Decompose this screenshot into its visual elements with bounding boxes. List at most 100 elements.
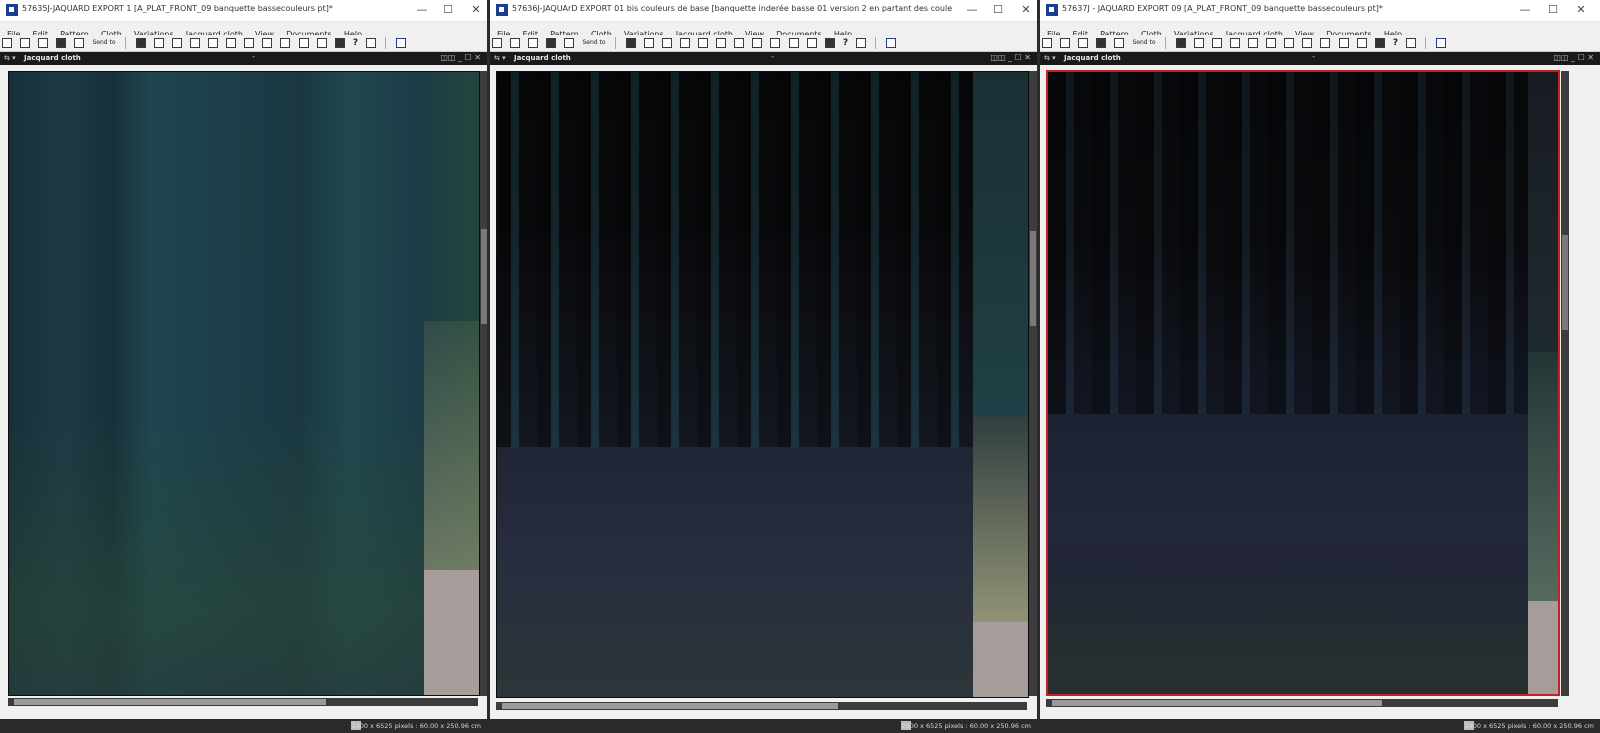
- settings-icon[interactable]: [528, 38, 539, 48]
- minimize-button[interactable]: —: [965, 3, 979, 17]
- printer-icon[interactable]: [625, 38, 636, 48]
- save-icon[interactable]: [546, 38, 557, 48]
- send-to-button[interactable]: Send to: [92, 38, 115, 48]
- paste-icon[interactable]: [1248, 38, 1259, 48]
- vertical-scrollbar[interactable]: [1561, 71, 1569, 696]
- title-bar[interactable]: 57636J-JAQUArD EXPORT 01 bis couleurs de…: [490, 0, 1037, 22]
- panel-collapse-icon[interactable]: -: [1312, 52, 1315, 62]
- cut-icon[interactable]: [1211, 38, 1222, 48]
- camera-icon[interactable]: [824, 38, 835, 48]
- document-icon[interactable]: [366, 38, 377, 48]
- copy-icon[interactable]: [1229, 38, 1240, 48]
- maximize-button[interactable]: ☐: [1546, 3, 1560, 17]
- print-icon[interactable]: [74, 38, 85, 48]
- transform-icon[interactable]: [316, 38, 327, 48]
- panel-controls-icon[interactable]: ◫◫ _ ☐ ✕: [990, 53, 1031, 62]
- grid-icon[interactable]: [298, 38, 309, 48]
- undo-icon[interactable]: [226, 38, 237, 48]
- redo-icon[interactable]: [244, 38, 255, 48]
- paste-icon[interactable]: [698, 38, 709, 48]
- close-button[interactable]: ✕: [1574, 3, 1588, 17]
- send-to-button[interactable]: Send to: [582, 38, 605, 48]
- settings-icon[interactable]: [38, 38, 49, 48]
- print-preview-icon[interactable]: [153, 38, 164, 48]
- printer-icon[interactable]: [135, 38, 146, 48]
- loop-icon[interactable]: [752, 38, 763, 48]
- image-size-label: 2400 x 6525 pixels : 60.00 x 250.96 cm: [351, 722, 481, 730]
- panel-menu-icon[interactable]: ⇆ ▾: [4, 54, 16, 62]
- vertical-scroll-thumb[interactable]: [1562, 235, 1568, 330]
- light-strip: [1528, 600, 1558, 694]
- minimize-button[interactable]: —: [415, 3, 429, 17]
- cut-icon[interactable]: [661, 38, 672, 48]
- horizontal-scrollbar[interactable]: [496, 702, 1027, 710]
- panel-icon[interactable]: [396, 38, 407, 48]
- print-icon[interactable]: [564, 38, 575, 48]
- scissors-icon[interactable]: [770, 38, 781, 48]
- scissors-icon[interactable]: [280, 38, 291, 48]
- jacquard-canvas[interactable]: [496, 71, 1029, 698]
- panel-collapse-icon[interactable]: -: [771, 52, 774, 62]
- horizontal-scroll-thumb[interactable]: [14, 699, 326, 705]
- loop-icon[interactable]: [1302, 38, 1313, 48]
- title-bar[interactable]: 57635J-JAQUARD EXPORT 1 [A_PLAT_FRONT_09…: [0, 0, 487, 22]
- minimize-button[interactable]: —: [1518, 3, 1532, 17]
- new-file-icon[interactable]: [2, 38, 12, 48]
- save-icon[interactable]: [1096, 38, 1107, 48]
- open-folder-icon[interactable]: [20, 38, 31, 48]
- copy-icon[interactable]: [679, 38, 690, 48]
- copy-icon[interactable]: [189, 38, 200, 48]
- paste-icon[interactable]: [208, 38, 219, 48]
- cut-icon[interactable]: [171, 38, 182, 48]
- vertical-scrollbar[interactable]: [480, 71, 487, 696]
- undo-icon[interactable]: [716, 38, 727, 48]
- redo-icon[interactable]: [734, 38, 745, 48]
- panel-icon[interactable]: [886, 38, 897, 48]
- help-icon[interactable]: ?: [843, 38, 848, 48]
- panel-controls-icon[interactable]: ◫◫ _ ☐ ✕: [1553, 53, 1594, 62]
- undo-icon[interactable]: [1266, 38, 1277, 48]
- save-icon[interactable]: [56, 38, 67, 48]
- print-icon[interactable]: [1114, 38, 1125, 48]
- maximize-button[interactable]: ☐: [991, 3, 1005, 17]
- grid-icon[interactable]: [788, 38, 799, 48]
- printer-icon[interactable]: [1175, 38, 1186, 48]
- title-bar[interactable]: 57637J - JAQUARD EXPORT 09 [A_PLAT_FRONT…: [1040, 0, 1600, 22]
- camera-icon[interactable]: [1374, 38, 1385, 48]
- vertical-scroll-thumb[interactable]: [1030, 231, 1036, 326]
- transform-icon[interactable]: [1356, 38, 1367, 48]
- transform-icon[interactable]: [806, 38, 817, 48]
- vertical-scrollbar[interactable]: [1029, 71, 1037, 696]
- new-file-icon[interactable]: [492, 38, 502, 48]
- horizontal-scrollbar[interactable]: [1046, 699, 1558, 707]
- panel-menu-icon[interactable]: ⇆ ▾: [1044, 54, 1056, 62]
- grid-icon[interactable]: [1338, 38, 1349, 48]
- redo-icon[interactable]: [1284, 38, 1295, 48]
- help-icon[interactable]: ?: [1393, 38, 1398, 48]
- new-file-icon[interactable]: [1042, 38, 1052, 48]
- print-preview-icon[interactable]: [643, 38, 654, 48]
- panel-icon[interactable]: [1436, 38, 1447, 48]
- panel-menu-icon[interactable]: ⇆ ▾: [494, 54, 506, 62]
- settings-icon[interactable]: [1078, 38, 1089, 48]
- help-icon[interactable]: ?: [353, 38, 358, 48]
- camera-icon[interactable]: [334, 38, 345, 48]
- jacquard-canvas[interactable]: [1046, 70, 1560, 696]
- close-button[interactable]: ✕: [1019, 3, 1033, 17]
- document-icon[interactable]: [856, 38, 867, 48]
- maximize-button[interactable]: ☐: [441, 3, 455, 17]
- close-button[interactable]: ✕: [469, 3, 483, 17]
- panel-collapse-icon[interactable]: -: [252, 52, 255, 62]
- panel-controls-icon[interactable]: ◫◫ _ ☐ ✕: [440, 53, 481, 62]
- send-to-button[interactable]: Send to: [1132, 38, 1155, 48]
- open-folder-icon[interactable]: [1060, 38, 1071, 48]
- horizontal-scroll-thumb[interactable]: [502, 703, 838, 709]
- document-icon[interactable]: [1406, 38, 1417, 48]
- horizontal-scroll-thumb[interactable]: [1052, 700, 1382, 706]
- horizontal-scrollbar[interactable]: [8, 698, 478, 706]
- jacquard-canvas[interactable]: [8, 71, 480, 696]
- loop-icon[interactable]: [262, 38, 273, 48]
- scissors-icon[interactable]: [1320, 38, 1331, 48]
- open-folder-icon[interactable]: [510, 38, 521, 48]
- print-preview-icon[interactable]: [1193, 38, 1204, 48]
